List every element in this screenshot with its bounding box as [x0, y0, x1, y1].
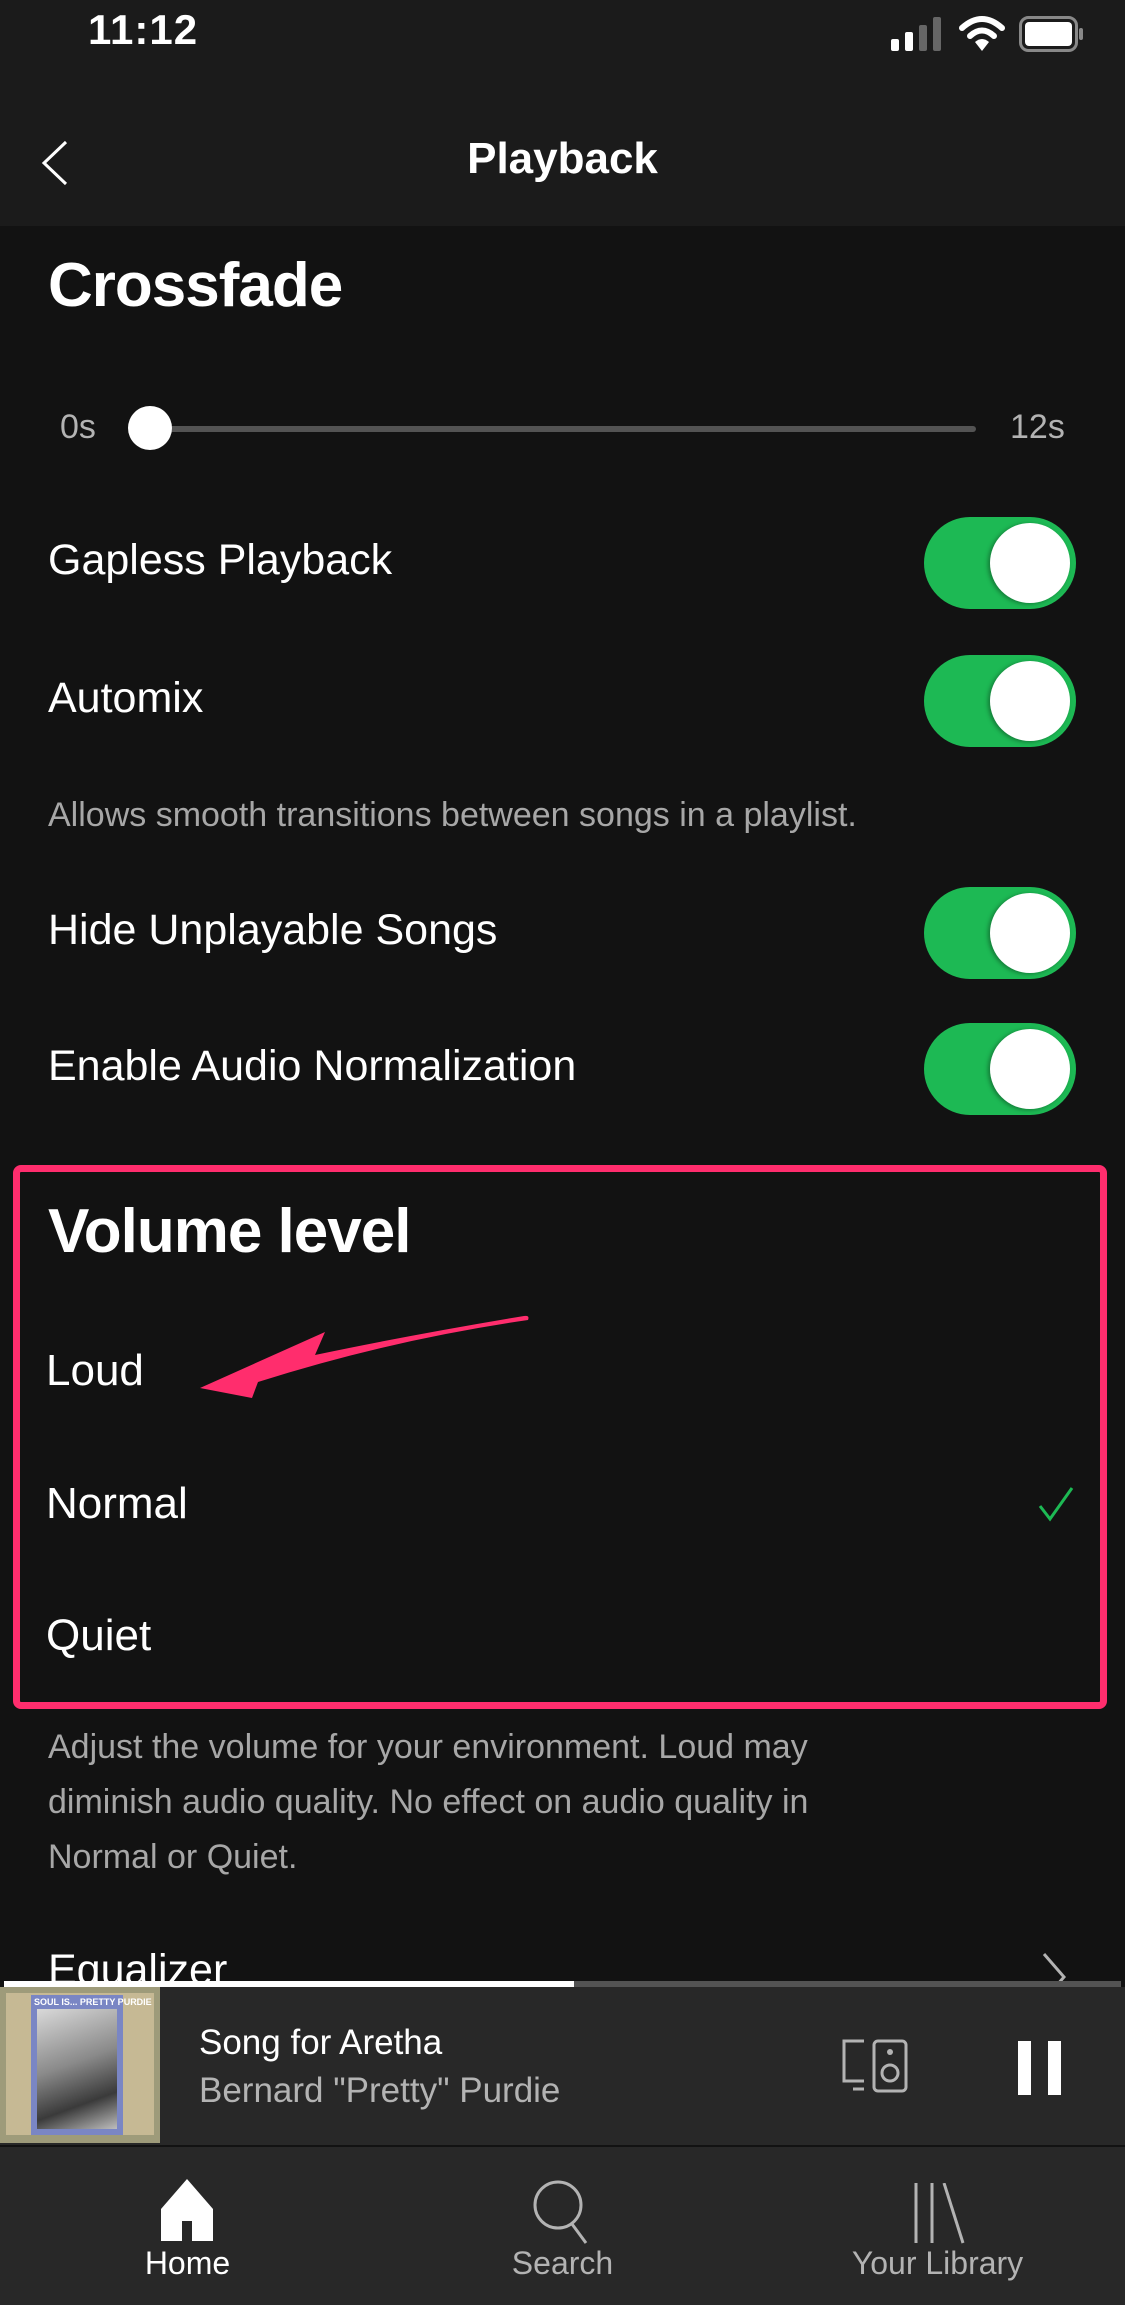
description-line: diminish audio quality. No effect on aud…: [48, 1783, 809, 1821]
automix-description: Allows smooth transitions between songs …: [48, 796, 857, 834]
toggle-thumb: [990, 893, 1070, 973]
toggle-thumb: [990, 523, 1070, 603]
tab-search[interactable]: Search: [375, 2147, 750, 2305]
automix-toggle[interactable]: [924, 655, 1076, 747]
wifi-icon: [959, 16, 1005, 51]
home-icon: [161, 2179, 213, 2241]
tab-your-library[interactable]: Your Library: [750, 2147, 1125, 2305]
page-title: Playback: [467, 134, 658, 183]
audio-normalization-label: Enable Audio Normalization: [48, 1042, 577, 1090]
volume-option-loud[interactable]: Loud: [46, 1346, 144, 1396]
gapless-playback-toggle[interactable]: [924, 517, 1076, 609]
crossfade-heading: Crossfade: [48, 251, 343, 320]
volume-option-normal[interactable]: Normal: [46, 1479, 188, 1529]
devices-icon[interactable]: [840, 2039, 910, 2097]
battery-icon: [1019, 16, 1083, 52]
song-title: Song for Aretha: [199, 2023, 443, 2062]
crossfade-slider[interactable]: [150, 426, 976, 432]
gapless-playback-label: Gapless Playback: [48, 536, 393, 584]
song-artist: Bernard "Pretty" Purdie: [199, 2071, 561, 2110]
hide-unplayable-label: Hide Unplayable Songs: [48, 906, 498, 954]
crossfade-min-label: 0s: [60, 408, 96, 446]
tab-search-label: Search: [511, 2245, 614, 2281]
volume-level-heading: Volume level: [48, 1197, 411, 1266]
annotation-arrow-icon: [200, 1315, 529, 1398]
checkmark-icon: [1038, 1487, 1074, 1522]
audio-normalization-toggle[interactable]: [924, 1023, 1076, 1115]
pause-icon[interactable]: [1018, 2041, 1064, 2095]
hide-unplayable-toggle[interactable]: [924, 887, 1076, 979]
status-time: 11:12: [88, 6, 199, 53]
tab-your-library-label: Your Library: [851, 2245, 1024, 2281]
crossfade-max-label: 12s: [1010, 408, 1065, 446]
crossfade-slider-handle[interactable]: [128, 406, 172, 450]
toggle-thumb: [990, 661, 1070, 741]
toggle-thumb: [990, 1029, 1070, 1109]
description-line: Adjust the volume for your environment. …: [48, 1728, 808, 1766]
automix-label: Automix: [48, 674, 204, 722]
status-icons: [891, 14, 1085, 54]
album-art-text: SOUL IS... PRETTY PURDIE: [34, 1997, 152, 2007]
description-line: Normal or Quiet.: [48, 1838, 298, 1876]
library-icon: [914, 2183, 965, 2244]
volume-option-quiet: Quiet: [46, 1611, 152, 1660]
album-art[interactable]: SOUL IS... PRETTY PURDIE: [0, 1987, 160, 2143]
now-playing-bar[interactable]: [0, 1987, 1125, 2147]
tab-home-label: Home: [144, 2245, 231, 2281]
tab-home[interactable]: Home: [0, 2147, 375, 2305]
cellular-signal-icon: [891, 17, 941, 51]
volume-level-description: Adjust the volume for your environment. …: [48, 1720, 1048, 1885]
search-icon: [533, 2180, 588, 2244]
